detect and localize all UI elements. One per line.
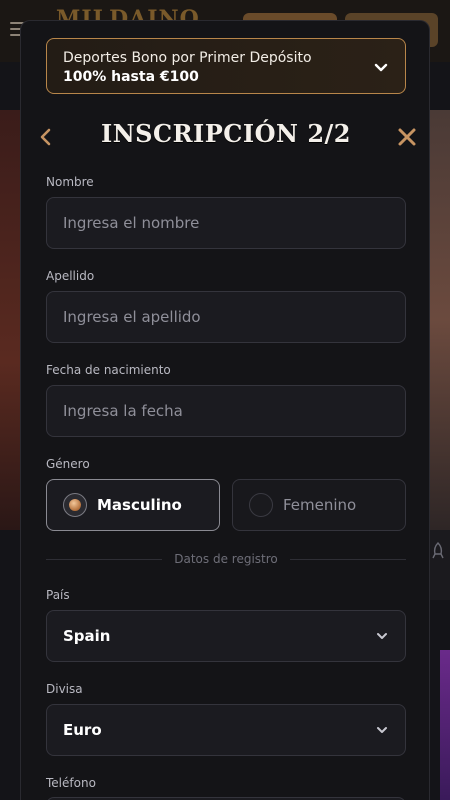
chevron-down-icon (377, 633, 387, 639)
chevron-left-icon[interactable] (36, 125, 56, 149)
close-icon[interactable] (395, 125, 419, 149)
genero-label: Género (46, 457, 90, 471)
fecha-input[interactable] (63, 402, 389, 420)
gender-label-femenino: Femenino (283, 496, 357, 514)
gender-option-femenino[interactable]: Femenino (232, 479, 406, 531)
background-banner-right (430, 110, 450, 530)
chevron-down-icon (374, 63, 388, 72)
gender-label-masculino: Masculino (97, 496, 182, 514)
gender-option-masculino[interactable]: Masculino (46, 479, 220, 531)
fecha-label: Fecha de nacimiento (46, 363, 171, 377)
background-game-thumbnail (440, 650, 450, 800)
background-banner-left (0, 110, 20, 530)
nombre-field[interactable] (46, 197, 406, 249)
bonus-subtitle: 100% hasta €100 (63, 69, 199, 85)
nombre-label: Nombre (46, 175, 94, 189)
divisa-value: Euro (63, 721, 102, 739)
divider-text: Datos de registro (174, 552, 278, 566)
chevron-down-icon (377, 727, 387, 733)
apellido-label: Apellido (46, 269, 95, 283)
divisa-label: Divisa (46, 682, 83, 696)
radio-unselected-icon[interactable] (249, 493, 273, 517)
page-title: INSCRIPCIÓN 2/2 (100, 119, 351, 148)
apellido-field[interactable] (46, 291, 406, 343)
rocket-icon (430, 542, 446, 564)
divisa-select[interactable]: Euro (46, 704, 406, 756)
section-divider: Datos de registro (46, 551, 406, 567)
pais-value: Spain (63, 627, 111, 645)
bonus-selector[interactable]: Deportes Bono por Primer Depósito 100% h… (46, 38, 406, 94)
fecha-field[interactable] (46, 385, 406, 437)
radio-selected-icon[interactable] (63, 493, 87, 517)
nombre-input[interactable] (63, 214, 389, 232)
pais-select[interactable]: Spain (46, 610, 406, 662)
bonus-title: Deportes Bono por Primer Depósito (63, 50, 312, 66)
pais-label: País (46, 588, 70, 602)
telefono-label: Teléfono (46, 776, 96, 790)
apellido-input[interactable] (63, 308, 389, 326)
background-strip (430, 530, 450, 600)
registration-modal: Deportes Bono por Primer Depósito 100% h… (20, 20, 430, 800)
